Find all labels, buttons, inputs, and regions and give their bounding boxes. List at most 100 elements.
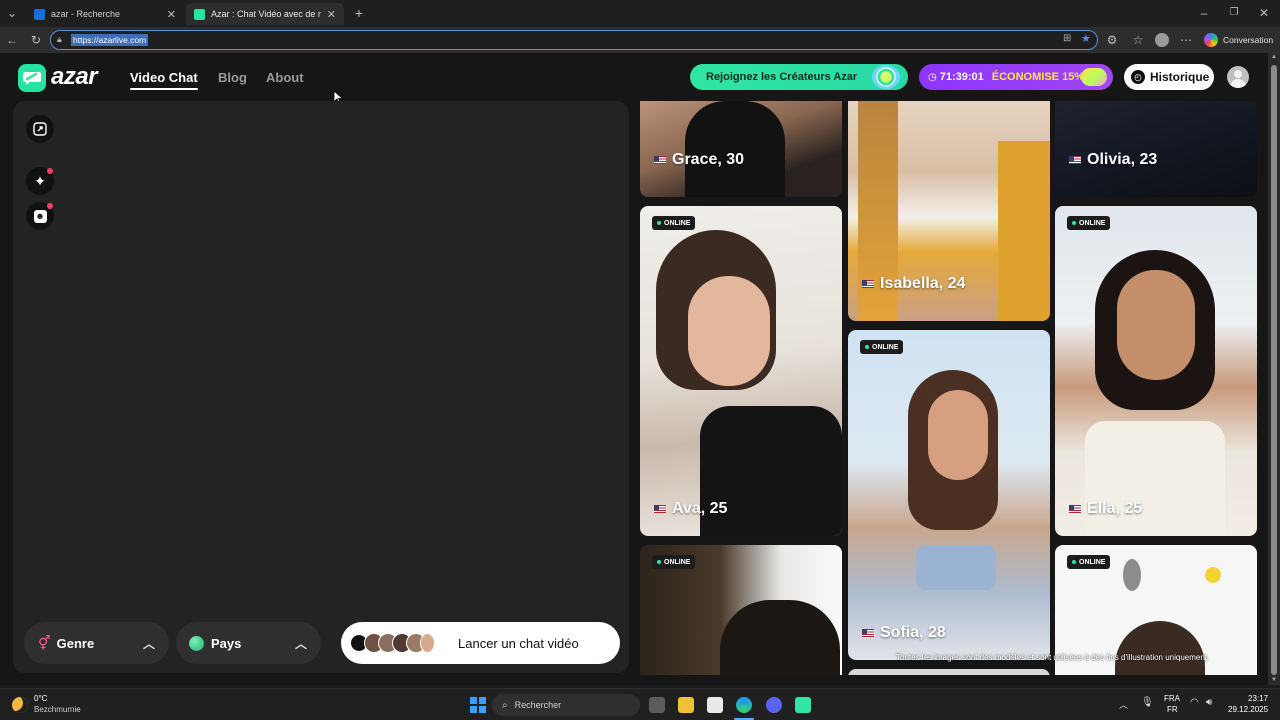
tray-chevron-icon[interactable]: ︿ [1119, 698, 1128, 711]
profile-card[interactable]: ONLINE Ella, 25 [1055, 206, 1257, 536]
brand-name[interactable]: azar [51, 63, 98, 91]
nav-video-chat[interactable]: Video Chat [130, 70, 198, 85]
minimize-icon[interactable]: – [1196, 5, 1212, 21]
expand-button[interactable] [26, 115, 54, 143]
close-window-icon[interactable]: ✕ [1256, 5, 1272, 21]
promo-button[interactable]: ◷ 71:39:01 ÉCONOMISE 15% [919, 64, 1113, 90]
tab-title: azar - Recherche [51, 9, 121, 19]
file-explorer-icon[interactable] [678, 697, 694, 713]
chevron-up-icon: ︿ [142, 636, 155, 651]
gender-selector[interactable]: ⚥ Genre ︿ [24, 622, 169, 664]
more-menu-icon[interactable]: ⋯ [1178, 32, 1194, 48]
profile-name: Grace, 30 [654, 151, 744, 169]
tab-title: Azar : Chat Vidéo avec de nouvelle [211, 9, 321, 19]
weather-desc[interactable]: Bezchmurnie [34, 705, 81, 714]
tab-list-chevron-icon[interactable]: ⌄ [4, 5, 20, 21]
favorites-icon[interactable]: ☆ [1130, 32, 1146, 48]
back-icon[interactable]: ← [4, 32, 20, 48]
card-photo [1123, 559, 1141, 591]
new-tab-button[interactable]: + [351, 5, 367, 21]
profile-card[interactable]: ONLINE Ava, 25 [640, 206, 842, 536]
profile-card[interactable]: ONLINE Sofia, 28 [848, 330, 1050, 660]
lock-icon: 🔒︎ [57, 34, 62, 44]
country-selector[interactable]: Pays ︿ [176, 622, 321, 664]
discord-icon[interactable] [766, 697, 782, 713]
clock-time[interactable]: 23:17 [1248, 694, 1268, 703]
windows-taskbar: 0°C Bezchmurnie ⌕ Rechercher ︿ 🎙︎ FRA FR… [0, 688, 1280, 720]
face-sticker-icon: ☻ [33, 209, 47, 223]
copilot-icon[interactable] [1204, 33, 1218, 47]
azar-logo-icon[interactable] [18, 64, 46, 92]
start-video-chat-button[interactable]: Lancer un chat vidéo [341, 622, 620, 664]
tab-azar-chat[interactable]: Azar : Chat Vidéo avec de nouvelle ✕ [186, 3, 344, 25]
microphone-icon[interactable]: 🎙︎ [1141, 697, 1154, 708]
scroll-up-icon[interactable]: ▲ [1271, 54, 1277, 60]
clock-date[interactable]: 29.12.2025 [1228, 705, 1268, 714]
windows-start-icon[interactable] [470, 697, 486, 713]
gender-label: Genre [56, 635, 95, 651]
profile-card[interactable]: ONLINE [640, 545, 842, 675]
moon-weather-icon[interactable] [12, 697, 28, 713]
task-view-icon[interactable] [649, 697, 665, 713]
card-photo [1085, 421, 1225, 536]
azar-favicon-icon [194, 8, 205, 20]
scrollbar-thumb[interactable] [1271, 65, 1277, 675]
card-photo [1115, 621, 1205, 675]
azar-app-icon[interactable] [795, 697, 811, 713]
join-creators-button[interactable]: Rejoignez les Créateurs Azar [690, 64, 908, 90]
scroll-down-icon[interactable]: ▼ [1271, 677, 1277, 683]
copilot-label[interactable]: Conversation [1223, 35, 1273, 45]
online-badge: ONLINE [1067, 555, 1111, 569]
url-text[interactable]: https://azarlive.com [71, 34, 149, 46]
profile-cards-grid: Grace, 30 ONLINE Ava, 25 ONLINE Isabella… [640, 101, 1257, 675]
promo-text: ÉCONOMISE 15% [991, 71, 1085, 83]
input-language-sub[interactable]: FR [1167, 705, 1178, 714]
online-badge: ONLINE [860, 340, 904, 354]
taskbar-search[interactable]: ⌕ Rechercher [492, 694, 640, 716]
wifi-icon[interactable]: ◠ [1190, 697, 1199, 708]
tab-azar-search[interactable]: azar - Recherche ✕ [26, 3, 184, 25]
us-flag-icon [862, 629, 874, 637]
us-flag-icon [862, 280, 874, 288]
profile-card[interactable]: Grace, 30 [640, 101, 842, 197]
favorite-star-icon[interactable]: ★ [1081, 32, 1091, 45]
store-icon[interactable] [707, 697, 723, 713]
country-label: Pays [211, 635, 242, 651]
app-available-icon[interactable]: ⊞ [1063, 33, 1071, 44]
profile-avatar-icon[interactable] [1155, 33, 1169, 47]
profile-card[interactable]: Olivia, 23 [1055, 101, 1257, 197]
chat-bubble-icon [23, 72, 41, 85]
input-language[interactable]: FRA [1164, 694, 1180, 703]
nav-blog[interactable]: Blog [218, 70, 247, 85]
close-tab-icon[interactable]: ✕ [167, 8, 176, 21]
nav-active-underline [130, 88, 198, 90]
profile-card[interactable]: Isabella, 24 [848, 101, 1050, 321]
profile-card[interactable] [848, 669, 1050, 675]
refresh-icon[interactable]: ↻ [28, 32, 44, 48]
online-badge: ONLINE [652, 216, 696, 230]
us-flag-icon [654, 505, 666, 513]
edge-icon[interactable] [736, 697, 752, 713]
user-avatars-strip [351, 633, 435, 653]
online-badge: ONLINE [652, 555, 696, 569]
address-bar[interactable]: 🔒︎ https://azarlive.com ⊞ ★ [50, 30, 1098, 50]
volume-icon[interactable]: 🔊︎ [1206, 697, 1212, 708]
user-avatar-icon[interactable] [1227, 66, 1249, 88]
profile-name: Ava, 25 [654, 500, 727, 518]
avatar-thumb [420, 633, 435, 653]
maximize-icon[interactable]: ❐ [1226, 5, 1242, 21]
notification-dot [47, 168, 53, 174]
weather-temp[interactable]: 0°C [34, 694, 47, 703]
history-label: Historique [1150, 70, 1210, 84]
us-flag-icon [1069, 156, 1081, 164]
profile-name: Sofia, 28 [862, 624, 946, 642]
us-flag-icon [654, 156, 666, 164]
gender-icon: ⚥ [38, 634, 51, 651]
close-tab-icon[interactable]: ✕ [327, 8, 336, 21]
nav-about[interactable]: About [266, 70, 304, 85]
extensions-icon[interactable]: ⚙ [1104, 32, 1120, 48]
card-photo [685, 101, 785, 197]
bing-favicon-icon [34, 8, 45, 20]
page-scrollbar[interactable]: ▲ ▼ [1268, 53, 1280, 685]
history-button[interactable]: ◴ Historique [1124, 64, 1214, 90]
